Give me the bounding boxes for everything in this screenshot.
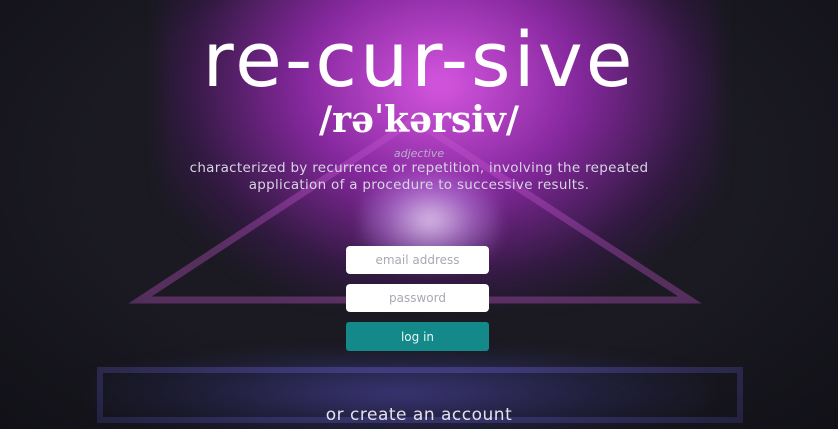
- email-field[interactable]: [346, 246, 489, 274]
- definition-text: characterized by recurrence or repetitio…: [189, 160, 649, 193]
- pronunciation: /rəˈkərsiv/: [318, 99, 519, 141]
- create-account-link[interactable]: or create an account: [0, 405, 838, 425]
- login-button[interactable]: log in: [346, 322, 489, 351]
- page-title: re-cur-sive: [202, 15, 636, 104]
- password-field[interactable]: [346, 284, 489, 312]
- part-of-speech: adjective: [393, 147, 445, 160]
